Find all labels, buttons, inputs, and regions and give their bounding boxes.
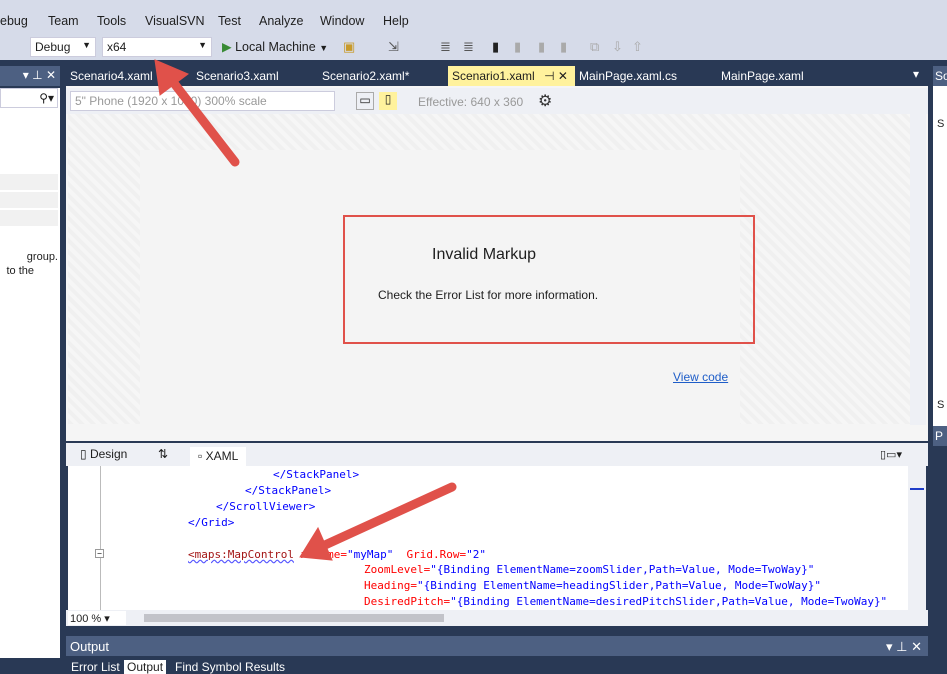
arrow-to-mapcontrol <box>320 482 457 550</box>
arrow-to-platform <box>165 73 240 167</box>
annotation-arrows <box>154 59 457 561</box>
